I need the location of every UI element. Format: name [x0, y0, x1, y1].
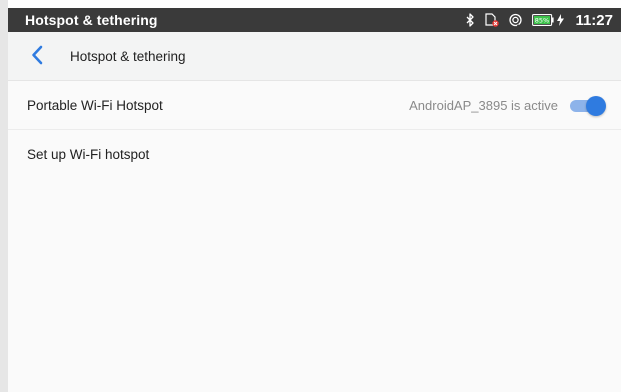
app-bar: Hotspot & tethering — [8, 32, 621, 81]
hotspot-icon — [508, 13, 523, 27]
hotspot-status-text: AndroidAP_3895 is active — [409, 97, 558, 113]
page-title: Hotspot & tethering — [70, 49, 186, 64]
clock: 11:27 — [575, 11, 613, 29]
hotspot-toggle[interactable] — [568, 96, 606, 116]
device-screen: Hotspot & tethering 85% 11:27 Hotspot & … — [8, 0, 621, 392]
setup-hotspot-label: Set up Wi-Fi hotspot — [27, 147, 150, 162]
bluetooth-icon — [466, 13, 475, 27]
status-icons: 85% 11:27 — [466, 8, 613, 32]
back-button[interactable] — [24, 44, 50, 70]
status-bar: Hotspot & tethering 85% 11:27 — [8, 8, 621, 32]
battery-percent: 85% — [535, 17, 549, 25]
status-bar-title: Hotspot & tethering — [25, 12, 158, 28]
chevron-left-icon — [31, 45, 43, 70]
setup-hotspot-row[interactable]: Set up Wi-Fi hotspot — [8, 130, 621, 179]
battery-icon: 85% — [532, 14, 555, 26]
toggle-thumb — [586, 96, 606, 116]
no-sim-icon — [484, 13, 500, 27]
left-edge — [0, 0, 8, 392]
portable-hotspot-row[interactable]: Portable Wi-Fi Hotspot AndroidAP_3895 is… — [8, 81, 621, 130]
portable-hotspot-label: Portable Wi-Fi Hotspot — [27, 97, 163, 113]
charging-icon — [557, 14, 565, 26]
top-strip — [8, 0, 621, 8]
